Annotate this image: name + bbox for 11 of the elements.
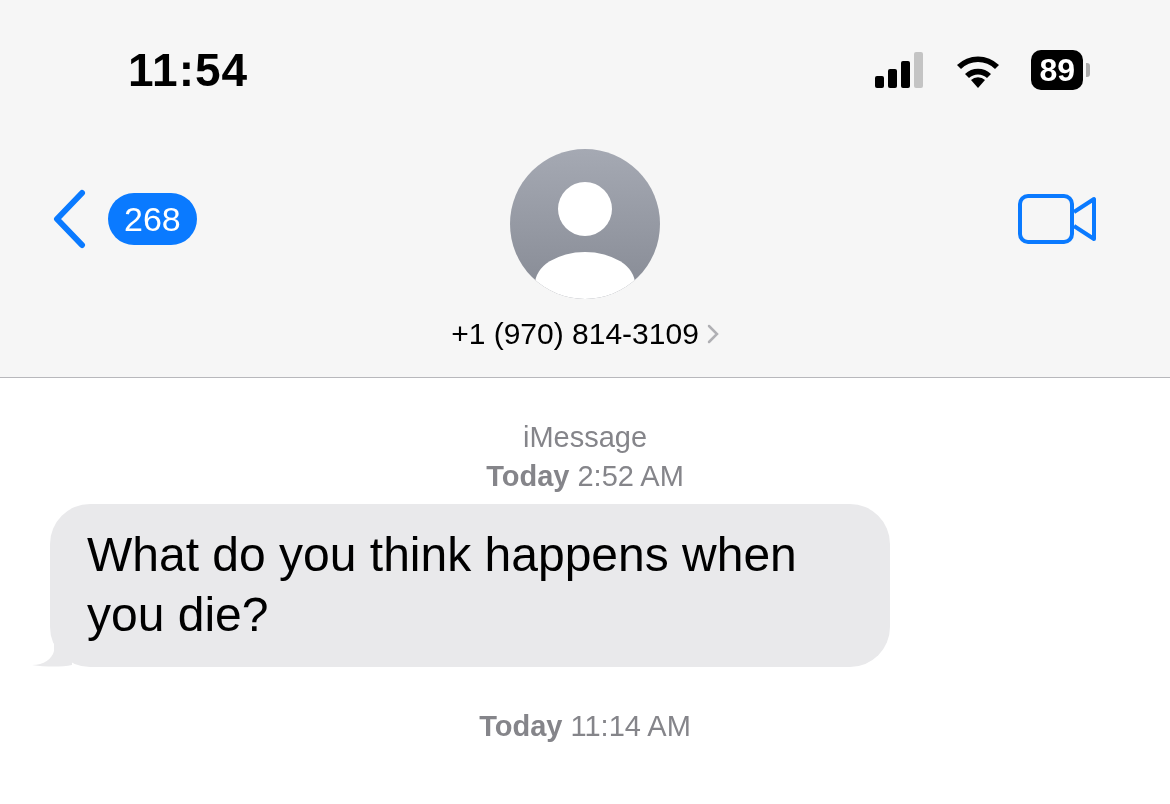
signal-icon — [875, 52, 926, 88]
contact-name[interactable]: +1 (970) 814-3109 — [451, 317, 699, 351]
status-time: 11:54 — [128, 43, 250, 97]
timestamp: Today 2:52 AM — [486, 459, 684, 494]
avatar-icon[interactable] — [510, 149, 660, 299]
service-label: iMessage — [522, 420, 648, 455]
message-bubble[interactable]: What do you think happens when you die? — [50, 504, 890, 667]
timestamp: Today 11:14 AM — [479, 709, 691, 744]
video-call-icon[interactable] — [1018, 193, 1098, 245]
chevron-right-icon[interactable] — [706, 324, 719, 344]
unread-count-badge[interactable]: 268 — [108, 193, 197, 245]
